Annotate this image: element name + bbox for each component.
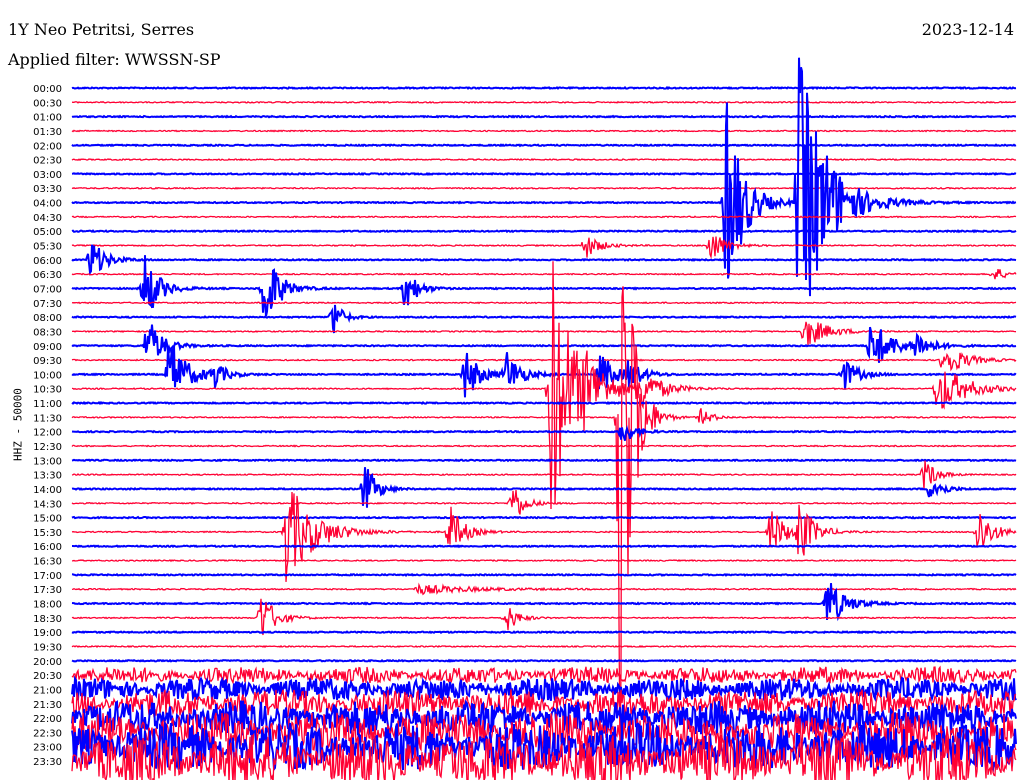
row-time-label: 00:00 [33, 84, 62, 95]
trace-0530 [71, 236, 1017, 260]
trace-0600 [71, 244, 1017, 276]
row-time-label: 05:30 [33, 242, 62, 253]
row-time-label: 08:30 [33, 327, 62, 338]
row-time-label: 22:30 [33, 728, 62, 739]
trace-0100 [71, 114, 1017, 119]
row-time-label: 15:30 [33, 528, 62, 539]
trace-0830 [71, 321, 1017, 346]
trace-1430 [71, 490, 1017, 515]
trace-0130 [71, 129, 1017, 133]
row-time-label: 17:30 [33, 585, 62, 596]
trace-1630 [71, 559, 1017, 563]
row-time-label: 03:00 [33, 170, 62, 181]
trace-2100 [71, 675, 1017, 703]
row-time-label: 23:00 [33, 743, 62, 754]
row-time-label: 13:00 [33, 456, 62, 467]
trace-0030 [71, 100, 1017, 104]
trace-1100 [71, 400, 1017, 406]
trace-1600 [72, 544, 1017, 549]
trace-0630 [71, 268, 1017, 280]
trace-1500 [71, 515, 1017, 520]
row-time-label: 01:00 [33, 113, 62, 124]
row-time-label: 10:30 [33, 385, 62, 396]
row-time-label: 18:30 [33, 614, 62, 625]
row-time-label: 06:00 [33, 256, 62, 267]
trace-0730 [71, 301, 1017, 305]
row-time-label: 13:30 [33, 471, 62, 482]
trace-1530 [71, 491, 1017, 582]
row-time-label: 15:00 [33, 514, 62, 525]
row-time-label: 09:00 [33, 342, 62, 353]
row-time-label: 00:30 [33, 98, 62, 109]
trace-1230 [71, 444, 1017, 448]
trace-1300 [71, 458, 1017, 463]
seismogram-plot: 00:00 00:30 01:00 01:30 02:00 02:30 03:00 03:30… [33, 57, 1017, 780]
trace-0230 [71, 158, 1017, 162]
trace-0330 [71, 186, 1017, 190]
trace-0700 [71, 255, 1017, 317]
trace-1200 [71, 425, 1017, 441]
row-time-label: 12:00 [33, 428, 62, 439]
row-time-label: 02:00 [33, 141, 62, 152]
trace-1930 [71, 644, 1017, 649]
trace-1730 [71, 582, 1017, 596]
row-time-label: 11:00 [33, 399, 62, 410]
row-time-label: 07:30 [33, 299, 62, 310]
row-time-label: 19:00 [33, 628, 62, 639]
row-time-label: 05:00 [33, 227, 62, 238]
row-time-label: 21:00 [33, 685, 62, 696]
trace-0200 [71, 143, 1017, 148]
row-time-label: 16:00 [33, 542, 62, 553]
row-time-label: 09:30 [33, 356, 62, 367]
trace-0800 [71, 304, 1017, 334]
row-time-label: 16:30 [33, 557, 62, 568]
trace-1030 [71, 261, 1017, 510]
row-time-label: 12:30 [33, 442, 62, 453]
row-time-label: 22:00 [33, 714, 62, 725]
row-time-label: 02:30 [33, 156, 62, 167]
row-time-label: 03:30 [33, 184, 62, 195]
row-time-label: 04:30 [33, 213, 62, 224]
row-time-label: 14:00 [33, 485, 62, 496]
helicorder-chart: 1Y Neo Petritsi, Serres Applied filter: … [0, 0, 1024, 780]
trace-0430 [71, 215, 1017, 219]
trace-0300 [71, 171, 1017, 176]
row-time-label: 07:00 [33, 284, 62, 295]
row-time-label: 20:30 [33, 671, 62, 682]
trace-1900 [71, 630, 1017, 635]
row-time-label: 01:30 [33, 127, 62, 138]
row-time-label: 08:00 [33, 313, 62, 324]
trace-2000 [71, 658, 1017, 663]
trace-0930 [71, 352, 1017, 372]
trace-0000 [71, 85, 1017, 91]
trace-0500 [71, 229, 1017, 234]
row-time-label: 20:00 [33, 657, 62, 668]
row-time-label: 06:30 [33, 270, 62, 281]
row-time-label: 21:30 [33, 700, 62, 711]
trace-1700 [71, 572, 1017, 578]
row-time-label: 04:00 [33, 199, 62, 210]
row-time-label: 17:00 [33, 571, 62, 582]
row-time-label: 14:30 [33, 499, 62, 510]
row-time-label: 18:00 [33, 600, 62, 611]
trace-1330 [71, 460, 1017, 490]
row-time-label: 10:00 [33, 370, 62, 381]
row-time-label: 11:30 [33, 413, 62, 424]
row-time-label: 19:30 [33, 642, 62, 653]
row-time-label: 23:30 [33, 757, 62, 768]
